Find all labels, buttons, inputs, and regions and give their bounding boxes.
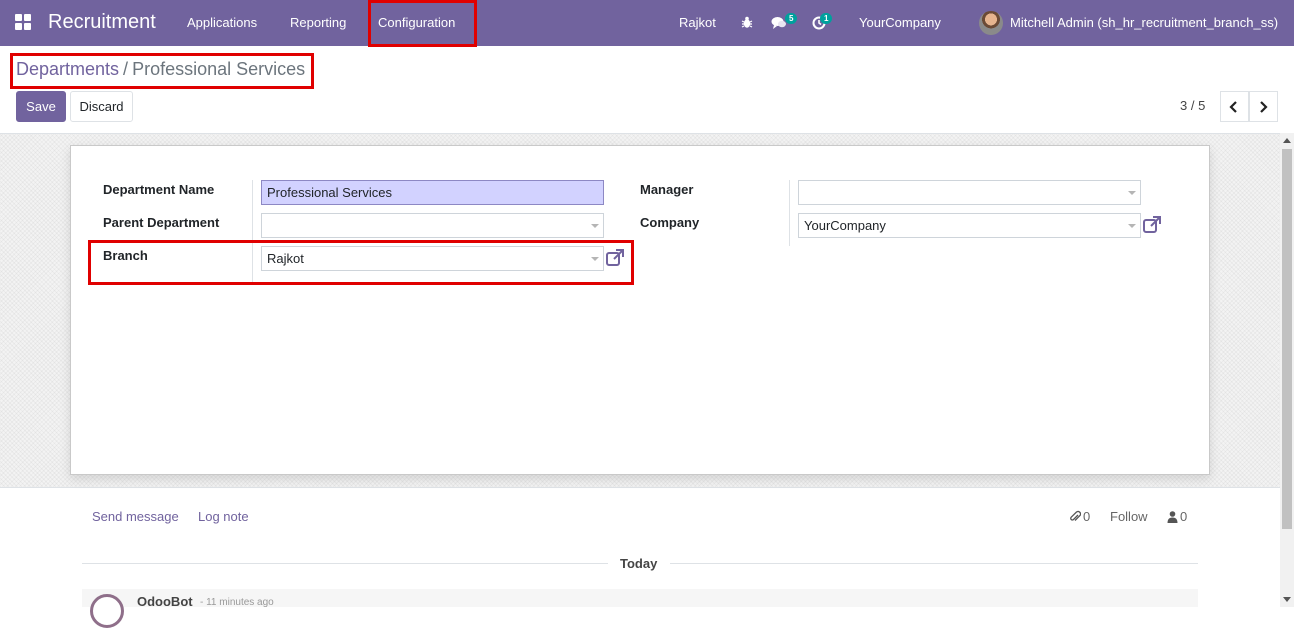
company-label: Company	[640, 215, 700, 230]
pager-next-button[interactable]	[1249, 91, 1278, 122]
log-note-button[interactable]: Log note	[198, 509, 249, 524]
external-link-icon[interactable]	[1142, 215, 1162, 235]
pager-value: 3 / 5	[1180, 98, 1206, 113]
parent-department-select[interactable]	[261, 213, 604, 238]
odoobot-avatar	[90, 594, 124, 628]
activities-badge: 1	[820, 13, 833, 24]
scrollbar-thumb[interactable]	[1282, 149, 1292, 529]
right-group-divider	[789, 180, 790, 246]
manager-select[interactable]	[798, 180, 1141, 205]
app-title[interactable]: Recruitment	[48, 11, 156, 34]
menu-applications[interactable]: Applications	[187, 15, 257, 30]
breadcrumb: Departments / Professional Services	[16, 59, 305, 80]
branch-label: Branch	[103, 248, 148, 263]
branch-select[interactable]: Rajkot	[261, 246, 604, 271]
user-avatar[interactable]	[979, 11, 1003, 35]
breadcrumb-departments[interactable]: Departments	[16, 59, 119, 79]
scroll-up-arrow-icon[interactable]	[1283, 138, 1291, 143]
breadcrumb-separator: /	[123, 59, 129, 79]
branch-switcher[interactable]: Rajkot	[679, 15, 716, 30]
paperclip-icon[interactable]	[1069, 510, 1081, 523]
send-message-button[interactable]: Send message	[92, 509, 179, 524]
today-separator: Today	[620, 556, 658, 571]
messages-badge: 5	[785, 13, 798, 24]
save-button[interactable]: Save	[16, 91, 66, 122]
followers-count[interactable]: 0	[1180, 509, 1187, 524]
apps-menu-icon[interactable]	[15, 14, 33, 32]
followers-user-icon[interactable]	[1167, 511, 1178, 523]
menu-reporting[interactable]: Reporting	[290, 15, 346, 30]
manager-label: Manager	[640, 182, 694, 197]
dropdown-caret-icon	[591, 257, 599, 261]
top-navbar: Recruitment Applications Reporting Confi…	[0, 0, 1294, 46]
discard-button[interactable]: Discard	[70, 91, 133, 122]
branch-value: Rajkot	[267, 251, 304, 266]
external-link-icon[interactable]	[605, 248, 625, 268]
company-value: YourCompany	[804, 218, 886, 233]
dropdown-caret-icon	[591, 224, 599, 228]
attachments-count[interactable]: 0	[1083, 509, 1090, 524]
department-name-input[interactable]: Professional Services	[261, 180, 604, 205]
company-switcher[interactable]: YourCompany	[859, 15, 941, 30]
company-select[interactable]: YourCompany	[798, 213, 1141, 238]
menu-configuration[interactable]: Configuration	[378, 15, 455, 30]
today-divider-left	[82, 563, 608, 564]
form-sheet: Department Name Parent Department Branch…	[70, 145, 1210, 475]
today-divider-right	[670, 563, 1198, 564]
chevron-right-icon	[1260, 101, 1268, 113]
department-name-label: Department Name	[103, 182, 215, 197]
scroll-down-arrow-icon[interactable]	[1283, 597, 1291, 602]
pager-previous-button[interactable]	[1220, 91, 1249, 122]
left-group-divider	[252, 180, 253, 282]
message-timestamp: - 11 minutes ago	[200, 597, 274, 608]
breadcrumb-current: Professional Services	[132, 59, 306, 79]
parent-department-label: Parent Department	[103, 215, 220, 230]
debug-bug-icon[interactable]	[741, 16, 753, 29]
chevron-left-icon	[1229, 101, 1237, 113]
follow-button[interactable]: Follow	[1110, 509, 1148, 524]
user-menu[interactable]: Mitchell Admin (sh_hr_recruitment_branch…	[1010, 15, 1278, 30]
dropdown-caret-icon	[1128, 191, 1136, 195]
dropdown-caret-icon	[1128, 224, 1136, 228]
